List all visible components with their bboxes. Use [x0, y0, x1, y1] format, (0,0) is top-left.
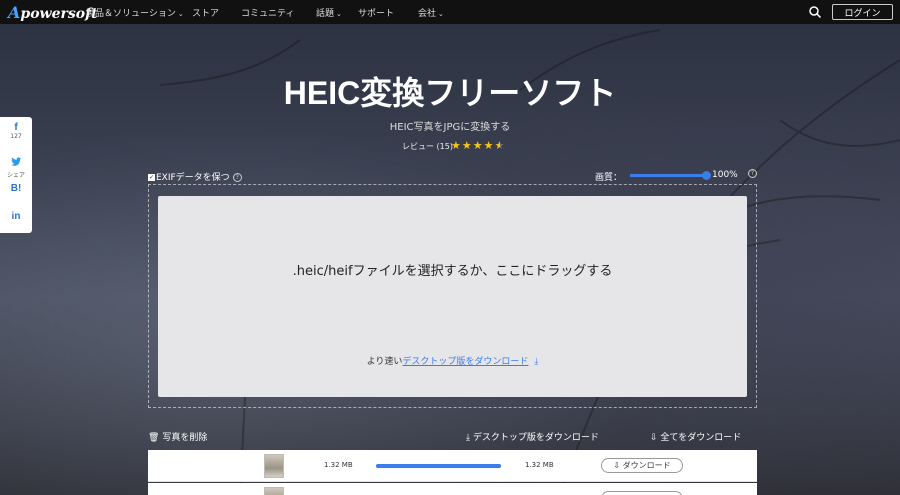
- download-button[interactable]: [601, 491, 683, 495]
- file-row: 1.32 MB 1.32 MB ⇩ ダウンロード: [148, 450, 757, 482]
- share-count: 127: [10, 133, 22, 140]
- converted-size: 1.32 MB: [525, 461, 554, 469]
- twitter-share-button[interactable]: シェア: [0, 151, 32, 179]
- page-subtitle: HEIC写真をJPGに変換する: [389, 122, 511, 133]
- half-star-icon: ★: [494, 139, 506, 152]
- apowersoft-logo[interactable]: Apowersoft: [8, 3, 98, 22]
- download-icon: ⇩: [613, 461, 621, 470]
- nav-item-support[interactable]: サポート: [358, 6, 394, 19]
- page-title: HEIC変換フリーソフト: [283, 75, 617, 111]
- exif-label: EXIFデータを保つ: [156, 173, 230, 183]
- quality-slider[interactable]: [630, 171, 711, 180]
- quality-label: 画質：: [595, 173, 623, 183]
- linkedin-share-button[interactable]: in: [0, 211, 32, 222]
- file-thumbnail: [264, 454, 284, 478]
- exif-checkbox[interactable]: ✓: [148, 174, 155, 181]
- desktop-download-link[interactable]: デスクトップ版をダウンロード: [402, 357, 528, 367]
- download-icon: ⤓: [466, 433, 470, 443]
- top-navbar: Apowersoft 製品＆ソリューション ⌄ ストア コミュニティ 話題 ⌄ サポ…: [0, 0, 900, 24]
- review-label[interactable]: レビュー (15): [402, 141, 453, 152]
- help-icon[interactable]: ?: [748, 169, 757, 178]
- file-dropzone[interactable]: .heic/heifファイルを選択するか、ここにドラッグする より速いデスクトッ…: [158, 196, 747, 397]
- dropzone-subtext: より速いデスクトップ版をダウンロード ⤓: [366, 357, 539, 367]
- hatena-icon: B!: [10, 183, 22, 194]
- nav-item-topics[interactable]: 話題 ⌄: [316, 6, 342, 19]
- nav-item-products[interactable]: 製品＆ソリューション ⌄: [86, 6, 184, 19]
- login-button[interactable]: ログイン: [832, 4, 893, 20]
- conversion-progress: [376, 464, 501, 468]
- download-icon[interactable]: ⤓: [534, 357, 538, 367]
- delete-photos-button[interactable]: 🗑 写真を削除: [148, 430, 207, 443]
- chevron-down-icon: ⌄: [336, 10, 342, 18]
- nav-item-community[interactable]: コミュニティ: [241, 6, 294, 19]
- search-icon[interactable]: [808, 5, 822, 19]
- exif-option[interactable]: ✓ EXIFデータを保つ?: [148, 170, 242, 183]
- download-icon: ⇩: [650, 433, 658, 443]
- star-icon: ★: [451, 139, 462, 152]
- file-list-toolbar: 🗑 写真を削除 ⤓ デスクトップ版をダウンロード ⇩ 全てをダウンロード: [148, 430, 757, 444]
- quality-slider-fill: [630, 174, 706, 177]
- help-icon[interactable]: ?: [232, 173, 242, 182]
- star-icon: ★: [483, 139, 495, 152]
- quality-value: 100%: [712, 170, 738, 180]
- star-icon: ★: [472, 139, 484, 152]
- original-size: 1.32 MB: [324, 461, 353, 469]
- star-icon: ★: [461, 139, 473, 152]
- chevron-down-icon: ⌄: [438, 10, 444, 18]
- dropzone-text: .heic/heifファイルを選択するか、ここにドラッグする: [292, 264, 613, 279]
- progress-fill: [376, 464, 501, 468]
- share-sidebar: f 127 シェア B! in: [0, 117, 32, 233]
- download-button[interactable]: ⇩ ダウンロード: [601, 458, 683, 473]
- twitter-icon: [11, 157, 21, 166]
- file-thumbnail: [264, 487, 284, 495]
- linkedin-icon: in: [11, 211, 21, 222]
- nav-item-store[interactable]: ストア: [192, 6, 219, 19]
- quality-slider-handle[interactable]: [702, 171, 711, 180]
- file-row: [148, 483, 757, 495]
- hatena-share-button[interactable]: B!: [0, 183, 32, 194]
- desktop-download-button[interactable]: ⤓ デスクトップ版をダウンロード: [466, 430, 599, 443]
- trash-icon: 🗑: [148, 433, 160, 443]
- rating-stars: ★★★★★: [451, 139, 505, 152]
- chevron-down-icon: ⌄: [177, 10, 184, 18]
- nav-item-company[interactable]: 会社 ⌄: [418, 6, 444, 19]
- download-all-button[interactable]: ⇩ 全てをダウンロード: [650, 430, 741, 443]
